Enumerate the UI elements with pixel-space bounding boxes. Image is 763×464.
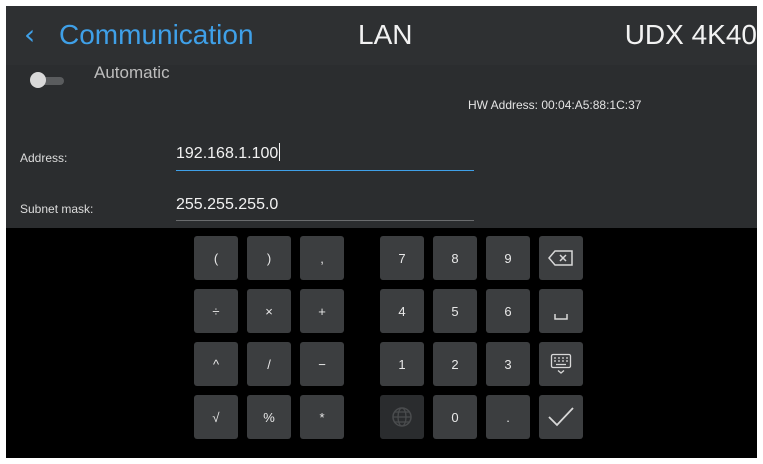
key-3[interactable]: 3 <box>486 342 530 386</box>
text-caret <box>279 143 281 161</box>
key-1[interactable]: 1 <box>380 342 424 386</box>
key-space[interactable] <box>539 289 583 333</box>
space-icon <box>554 314 568 320</box>
globe-icon <box>392 407 412 427</box>
toggle-knob <box>30 72 46 88</box>
key-7[interactable]: 7 <box>380 236 424 280</box>
address-value: 192.168.1.100 <box>176 145 279 162</box>
subnet-mask-label: Subnet mask: <box>20 202 94 216</box>
key-right-paren[interactable]: ) <box>247 236 291 280</box>
subnet-mask-field[interactable]: 255.255.255.0 <box>176 194 474 222</box>
subnet-mask-value: 255.255.255.0 <box>176 196 279 213</box>
automatic-label: Automatic <box>94 65 170 82</box>
key-hide-keyboard[interactable] <box>539 342 583 386</box>
key-comma[interactable]: , <box>300 236 344 280</box>
key-globe[interactable] <box>380 395 424 439</box>
address-field[interactable]: 192.168.1.100 <box>176 143 474 171</box>
address-underline <box>176 170 474 171</box>
key-confirm[interactable] <box>539 395 583 439</box>
key-5[interactable]: 5 <box>433 289 477 333</box>
key-minus[interactable]: − <box>300 342 344 386</box>
key-sqrt[interactable]: √ <box>194 395 238 439</box>
automatic-toggle[interactable] <box>26 71 66 89</box>
back-chevron-icon[interactable]: ‹ <box>24 18 35 52</box>
screen: ‹ Communication LAN UDX 4K40 Automatic H… <box>6 6 757 458</box>
address-label: Address: <box>20 151 68 165</box>
key-0[interactable]: 0 <box>433 395 477 439</box>
back-title-link[interactable]: Communication <box>59 18 254 52</box>
key-caret[interactable]: ^ <box>194 342 238 386</box>
key-divide[interactable]: ÷ <box>194 289 238 333</box>
subnet-underline <box>176 220 474 221</box>
key-percent[interactable]: % <box>247 395 291 439</box>
checkmark-icon <box>548 407 574 427</box>
key-6[interactable]: 6 <box>486 289 530 333</box>
key-plus[interactable]: + <box>300 289 344 333</box>
key-multiply[interactable]: × <box>247 289 291 333</box>
header-bar: ‹ Communication LAN UDX 4K40 <box>6 6 757 65</box>
key-4[interactable]: 4 <box>380 289 424 333</box>
key-dot[interactable]: . <box>486 395 530 439</box>
key-slash[interactable]: / <box>247 342 291 386</box>
hw-address: HW Address: 00:04:A5:88:1C:37 <box>468 98 642 112</box>
key-left-paren[interactable]: ( <box>194 236 238 280</box>
keyboard-icon <box>550 353 572 374</box>
page-title: LAN <box>358 19 413 50</box>
lan-settings-panel: Automatic HW Address: 00:04:A5:88:1C:37 … <box>6 65 757 228</box>
device-name: UDX 4K40 <box>624 19 757 50</box>
backspace-icon <box>548 250 573 266</box>
key-2[interactable]: 2 <box>433 342 477 386</box>
key-asterisk[interactable]: * <box>300 395 344 439</box>
key-backspace[interactable] <box>539 236 583 280</box>
key-8[interactable]: 8 <box>433 236 477 280</box>
key-9[interactable]: 9 <box>486 236 530 280</box>
